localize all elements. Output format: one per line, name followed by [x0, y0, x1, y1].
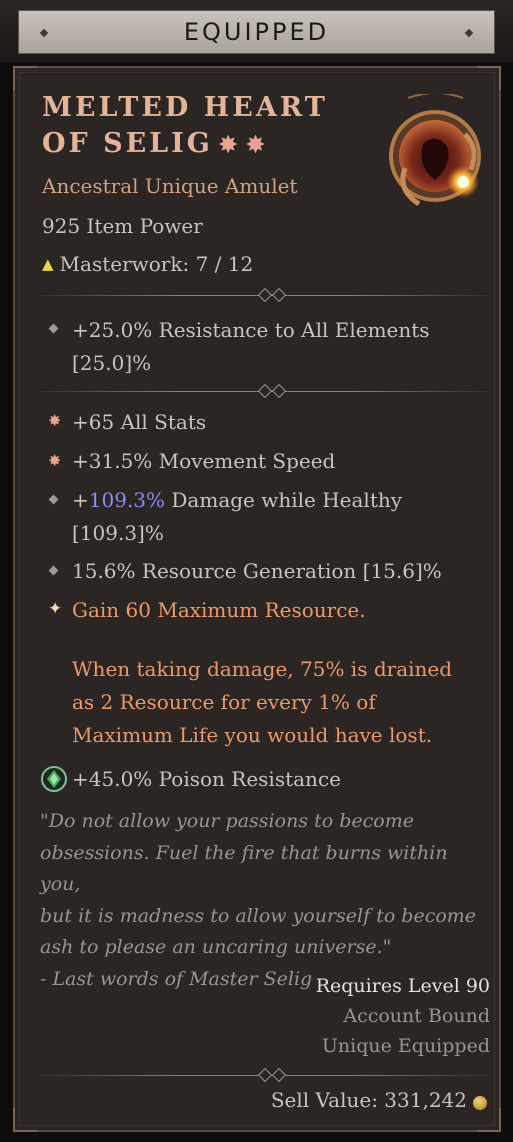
item-name-line1: Melted Heart: [42, 92, 328, 123]
frame-corner-top-left: [13, 66, 37, 90]
masterwork-rank: ▲ Masterwork: 7 / 12: [42, 252, 253, 276]
diamond-bullet-icon: [48, 494, 60, 506]
item-name-line2: of Selig: [42, 128, 213, 159]
unique-power-line2: When taking damage, 75% is drained: [72, 657, 453, 681]
item-name: Melted Heart of Selig ✸ ✸: [42, 90, 328, 163]
affix-movement-speed: +31.5% Movement Speed: [72, 449, 336, 473]
affix-range: [109.3]%: [72, 521, 164, 545]
lore-line1: "Do not allow your passions to become: [40, 810, 414, 832]
implicit-affix-line2: [25.0]%: [72, 351, 152, 375]
poison-gem-icon[interactable]: [40, 765, 68, 793]
account-bound: Account Bound: [343, 1005, 490, 1027]
sell-value: Sell Value: 331,242: [270, 1088, 467, 1112]
amulet-icon[interactable]: [383, 94, 489, 214]
frame-corner-top-right: [477, 66, 501, 90]
unique-power-line4: Maximum Life you would have lost.: [72, 723, 433, 747]
section-divider: [38, 1067, 490, 1083]
frame-corner-bottom-left: [13, 1108, 37, 1132]
affix-damage-healthy: +109.3% Damage while Healthy [109.3]%: [72, 484, 402, 550]
greater-affix-icon: ✸: [48, 451, 62, 470]
item-power: 925 Item Power: [42, 214, 203, 238]
equipped-banner: EQUIPPED: [18, 10, 495, 54]
implicit-affix-line1: +25.0% Resistance to All Elements: [72, 318, 430, 342]
greater-affix-icon: ✸: [246, 132, 268, 158]
unique-power-icon: ✦: [48, 599, 63, 619]
lore-line3: but it is madness to allow yourself to b…: [40, 904, 477, 927]
socket-poison-resistance: +45.0% Poison Resistance: [72, 767, 341, 791]
unique-power: Gain 60 Maximum Resource. When taking da…: [72, 594, 452, 752]
required-level: Requires Level 90: [315, 975, 490, 997]
unique-power-line3: as 2 Resource for every 1% of: [72, 690, 376, 714]
gold-coin-icon: [473, 1096, 487, 1110]
lore-line2: obsessions. Fuel the fire that burns wit…: [40, 841, 448, 896]
greater-affix-icon: ✸: [48, 411, 62, 430]
affix-suffix: Damage while Healthy: [165, 488, 403, 512]
diamond-bullet-icon: [48, 565, 60, 577]
masterwork-label: Masterwork: 7 / 12: [59, 252, 254, 276]
equipped-header: EQUIPPED: [0, 0, 513, 62]
diamond-bullet-icon: [48, 323, 60, 335]
affix-prefix: +: [72, 488, 89, 512]
lore-line4: ash to please an uncaring universe.": [40, 936, 392, 958]
unique-equipped: Unique Equipped: [321, 1035, 490, 1057]
affix-highlight-value: 109.3%: [88, 488, 166, 512]
masterwork-triangle-icon: ▲: [42, 255, 54, 273]
section-divider: [38, 287, 490, 303]
frame-corner-bottom-right: [477, 1108, 501, 1132]
implicit-affix: +25.0% Resistance to All Elements [25.0]…: [72, 314, 430, 380]
affix-all-stats: +65 All Stats: [72, 410, 207, 434]
section-divider: [38, 383, 490, 399]
unique-power-line1: Gain 60 Maximum Resource.: [72, 598, 366, 622]
greater-affix-icon: ✸: [218, 132, 241, 158]
equipped-title: EQUIPPED: [183, 18, 330, 46]
item-type: Ancestral Unique Amulet: [42, 174, 298, 198]
affix-resource-generation: 15.6% Resource Generation [15.6]%: [72, 559, 442, 583]
lore-text: "Do not allow your passions to become ob…: [40, 806, 490, 995]
